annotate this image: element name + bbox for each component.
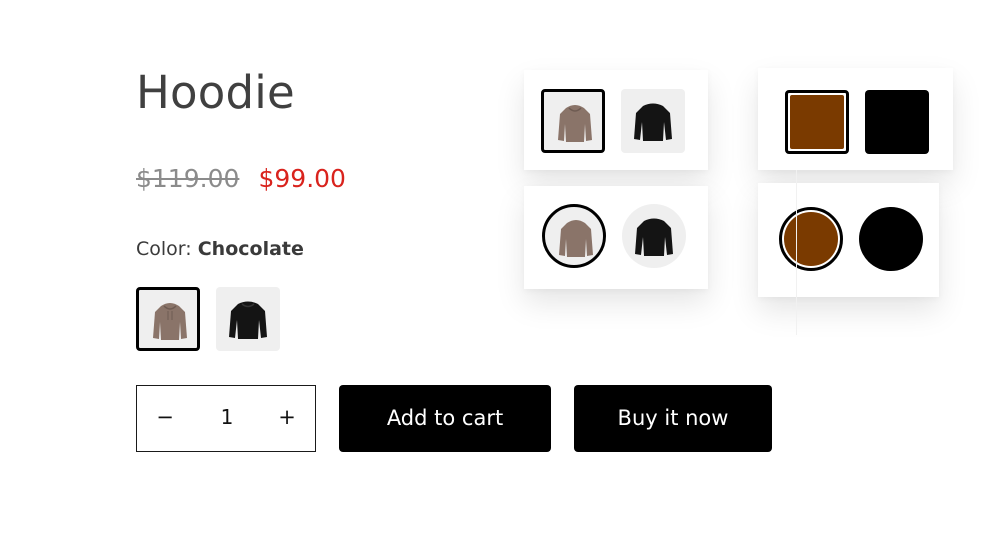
- quantity-increase-button[interactable]: +: [269, 386, 305, 451]
- circle-color-swatch-black[interactable]: [859, 207, 923, 271]
- black-hoodie-icon: [634, 103, 672, 141]
- square-color-swatch-black[interactable]: [865, 90, 929, 154]
- add-to-cart-button[interactable]: Add to cart: [339, 385, 551, 452]
- brown-hoodie-icon: [558, 105, 592, 142]
- swatch-style-circle-color-card: [758, 183, 939, 297]
- circle-color-swatch-chocolate[interactable]: [779, 207, 843, 271]
- product-page: Hoodie $119.00 $99.00 Color: Chocolate −…: [0, 0, 1000, 535]
- square-image-swatch-black[interactable]: [621, 89, 685, 153]
- brown-hoodie-icon: [153, 303, 187, 340]
- circle-image-swatch-chocolate[interactable]: [542, 204, 606, 268]
- swatch-style-square-image-card: [524, 70, 708, 170]
- variant-swatch-black[interactable]: [216, 287, 280, 351]
- sale-price: $99.00: [258, 164, 346, 193]
- chocolate-color-chip: [790, 95, 844, 149]
- black-hoodie-icon: [229, 301, 267, 339]
- square-image-swatch-chocolate[interactable]: [541, 89, 605, 153]
- price-row: $119.00 $99.00: [136, 164, 346, 193]
- circle-image-swatch-black[interactable]: [622, 204, 686, 268]
- brown-hoodie-icon: [559, 220, 593, 257]
- swatch-style-circle-image-card: [524, 186, 708, 289]
- selected-color-name: Chocolate: [197, 238, 304, 260]
- square-color-swatch-chocolate[interactable]: [785, 90, 849, 154]
- color-label-row: Color: Chocolate: [136, 238, 304, 260]
- swatch-style-square-color-card: [758, 68, 953, 170]
- black-hoodie-icon: [635, 218, 673, 256]
- divider-line: [796, 170, 797, 335]
- product-title: Hoodie: [136, 66, 295, 119]
- quantity-stepper: − 1 +: [136, 385, 316, 452]
- buy-now-button[interactable]: Buy it now: [574, 385, 772, 452]
- quantity-decrease-button[interactable]: −: [147, 386, 183, 451]
- color-label: Color:: [136, 238, 192, 260]
- chocolate-color-chip: [784, 212, 838, 266]
- compare-price: $119.00: [136, 164, 240, 193]
- quantity-input[interactable]: 1: [205, 386, 249, 451]
- variant-swatch-chocolate[interactable]: [136, 287, 200, 351]
